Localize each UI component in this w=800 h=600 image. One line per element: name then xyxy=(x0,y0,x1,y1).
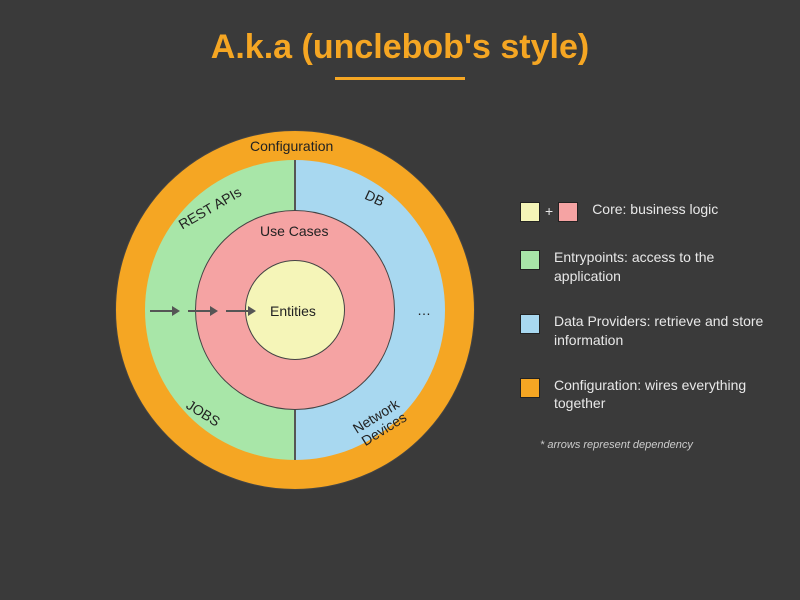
legend-row-core: + Core: business logic xyxy=(520,200,780,222)
legend-row-dataproviders: Data Providers: retrieve and store infor… xyxy=(520,312,780,350)
plus-icon: + xyxy=(545,202,553,221)
label-ellipsis: … xyxy=(417,302,431,318)
arrow-icon xyxy=(150,310,174,312)
swatch-green xyxy=(520,250,540,270)
label-usecases: Use Cases xyxy=(260,223,328,239)
legend-text-entrypoints: Entrypoints: access to the application xyxy=(554,248,780,286)
legend-text-core: Core: business logic xyxy=(592,200,718,219)
legend-text-dataproviders: Data Providers: retrieve and store infor… xyxy=(554,312,780,350)
legend: + Core: business logic Entrypoints: acce… xyxy=(520,200,780,451)
title-underline xyxy=(335,77,465,80)
footnote: * arrows represent dependency xyxy=(540,439,780,451)
swatch-pair-core: + xyxy=(520,200,578,222)
label-entities: Entities xyxy=(270,303,316,319)
architecture-diagram: Configuration REST APIs JOBS DB … Networ… xyxy=(115,130,475,490)
legend-text-configuration: Configuration: wires everything together xyxy=(554,376,780,414)
label-configuration: Configuration xyxy=(250,138,333,154)
legend-row-entrypoints: Entrypoints: access to the application xyxy=(520,248,780,286)
arrow-icon xyxy=(188,310,212,312)
page-title: A.k.a (unclebob's style) xyxy=(0,0,800,67)
swatch-pink xyxy=(558,202,578,222)
legend-row-configuration: Configuration: wires everything together xyxy=(520,376,780,414)
arrow-icon xyxy=(226,310,250,312)
swatch-orange xyxy=(520,378,540,398)
dependency-arrows xyxy=(150,305,260,319)
swatch-blue xyxy=(520,314,540,334)
swatch-yellow xyxy=(520,202,540,222)
